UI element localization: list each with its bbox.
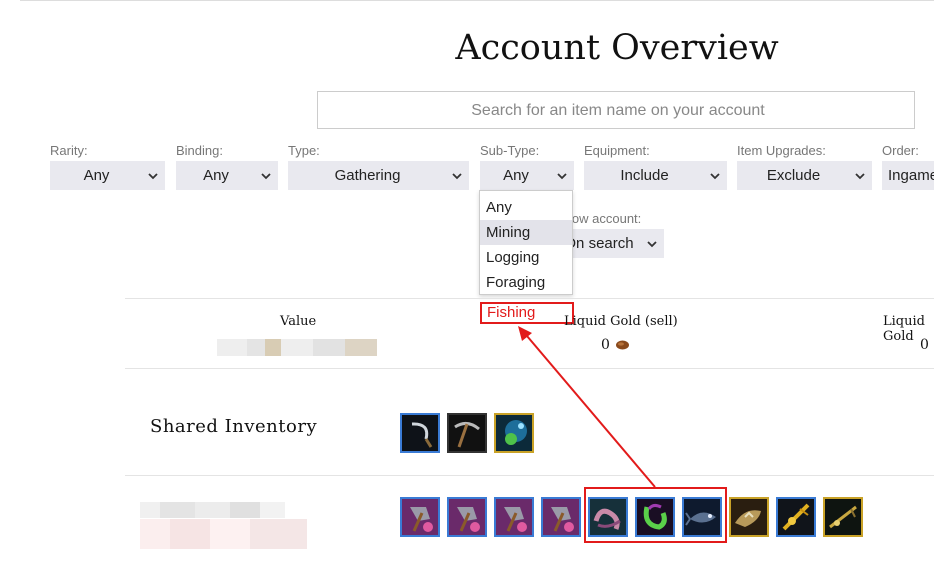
chevron-down-icon <box>557 173 567 180</box>
blurred-value <box>217 339 377 356</box>
search-input[interactable] <box>318 92 918 130</box>
chevron-down-icon <box>710 173 720 180</box>
filter-binding-label: Binding: <box>176 143 223 158</box>
chevron-down-icon <box>261 173 271 180</box>
top-divider <box>20 0 934 1</box>
filter-binding-value: Any <box>203 167 229 184</box>
filter-binding-select[interactable]: Any <box>176 161 278 190</box>
axe-icon[interactable] <box>494 497 534 537</box>
page-title: Account Overview <box>455 28 779 68</box>
liquid-gold-sell-label: Liquid Gold (sell) <box>564 314 678 329</box>
shared-inventory-title: Shared Inventory <box>150 416 318 437</box>
value-label: Value <box>280 314 317 329</box>
filter-type-value: Gathering <box>334 167 401 184</box>
filter-item-upgrades-select[interactable]: Exclude <box>737 161 872 190</box>
filter-order-label: Order: <box>882 143 919 158</box>
chevron-down-icon <box>855 173 865 180</box>
filter-order-value: Ingame <box>888 167 934 184</box>
liquid-gold-buy-value: 0 <box>920 337 929 353</box>
dropdown-option-foraging[interactable]: Foraging <box>480 270 572 295</box>
sickle-icon[interactable] <box>400 413 440 453</box>
summary-top-divider <box>125 298 934 299</box>
dropdown-option-logging[interactable]: Logging <box>480 245 572 270</box>
filter-type-label: Type: <box>288 143 320 158</box>
inventory-divider <box>125 475 934 476</box>
axe-icon[interactable] <box>447 497 487 537</box>
filter-rarity-label: Rarity: <box>50 143 88 158</box>
filter-equipment-value: Include <box>620 167 669 184</box>
filter-equipment-select[interactable]: Include <box>584 161 727 190</box>
liquid-gold-sell-value: 0 <box>601 337 610 353</box>
filter-item-upgrades-label: Item Upgrades: <box>737 143 826 158</box>
filter-subtype-value: Any <box>503 167 529 184</box>
filter-rarity-select[interactable]: Any <box>50 161 165 190</box>
axe-icon[interactable] <box>541 497 581 537</box>
axe-icon[interactable] <box>400 497 440 537</box>
annotation-arrow <box>518 326 656 488</box>
filter-rarity-value: Any <box>83 167 110 184</box>
filter-subtype-label: Sub-Type: <box>480 143 540 158</box>
blurred-character-name <box>140 502 285 518</box>
filter-order-select[interactable]: Ingame <box>882 161 934 190</box>
filter-item-upgrades-value: Exclude <box>766 167 821 184</box>
dropdown-option-fishing[interactable]: Fishing <box>480 302 574 324</box>
blurred-character-subtitle <box>140 519 307 549</box>
dropdown-option-any[interactable]: Any <box>480 195 572 220</box>
fishing-rod-icon[interactable] <box>823 497 863 537</box>
chevron-down-icon <box>452 173 462 180</box>
filter-subtype-select[interactable]: Any <box>480 161 574 190</box>
search-box[interactable] <box>317 91 918 130</box>
fishing-items-highlight <box>584 487 727 543</box>
summary-bottom-divider <box>125 368 934 369</box>
chevron-down-icon <box>647 241 657 248</box>
harvesting-tool-icon[interactable] <box>494 413 534 453</box>
subtype-dropdown-list: Any Mining Logging Foraging <box>479 190 573 295</box>
fish-icon[interactable] <box>729 497 769 537</box>
filter-type-select[interactable]: Gathering <box>288 161 469 190</box>
gold-coin-icon <box>616 340 629 350</box>
chevron-down-icon <box>148 173 158 180</box>
dropdown-option-mining[interactable]: Mining <box>480 220 572 245</box>
fishing-rod-icon[interactable] <box>776 497 816 537</box>
pickaxe-icon[interactable] <box>447 413 487 453</box>
filter-equipment-label: Equipment: <box>584 143 650 158</box>
